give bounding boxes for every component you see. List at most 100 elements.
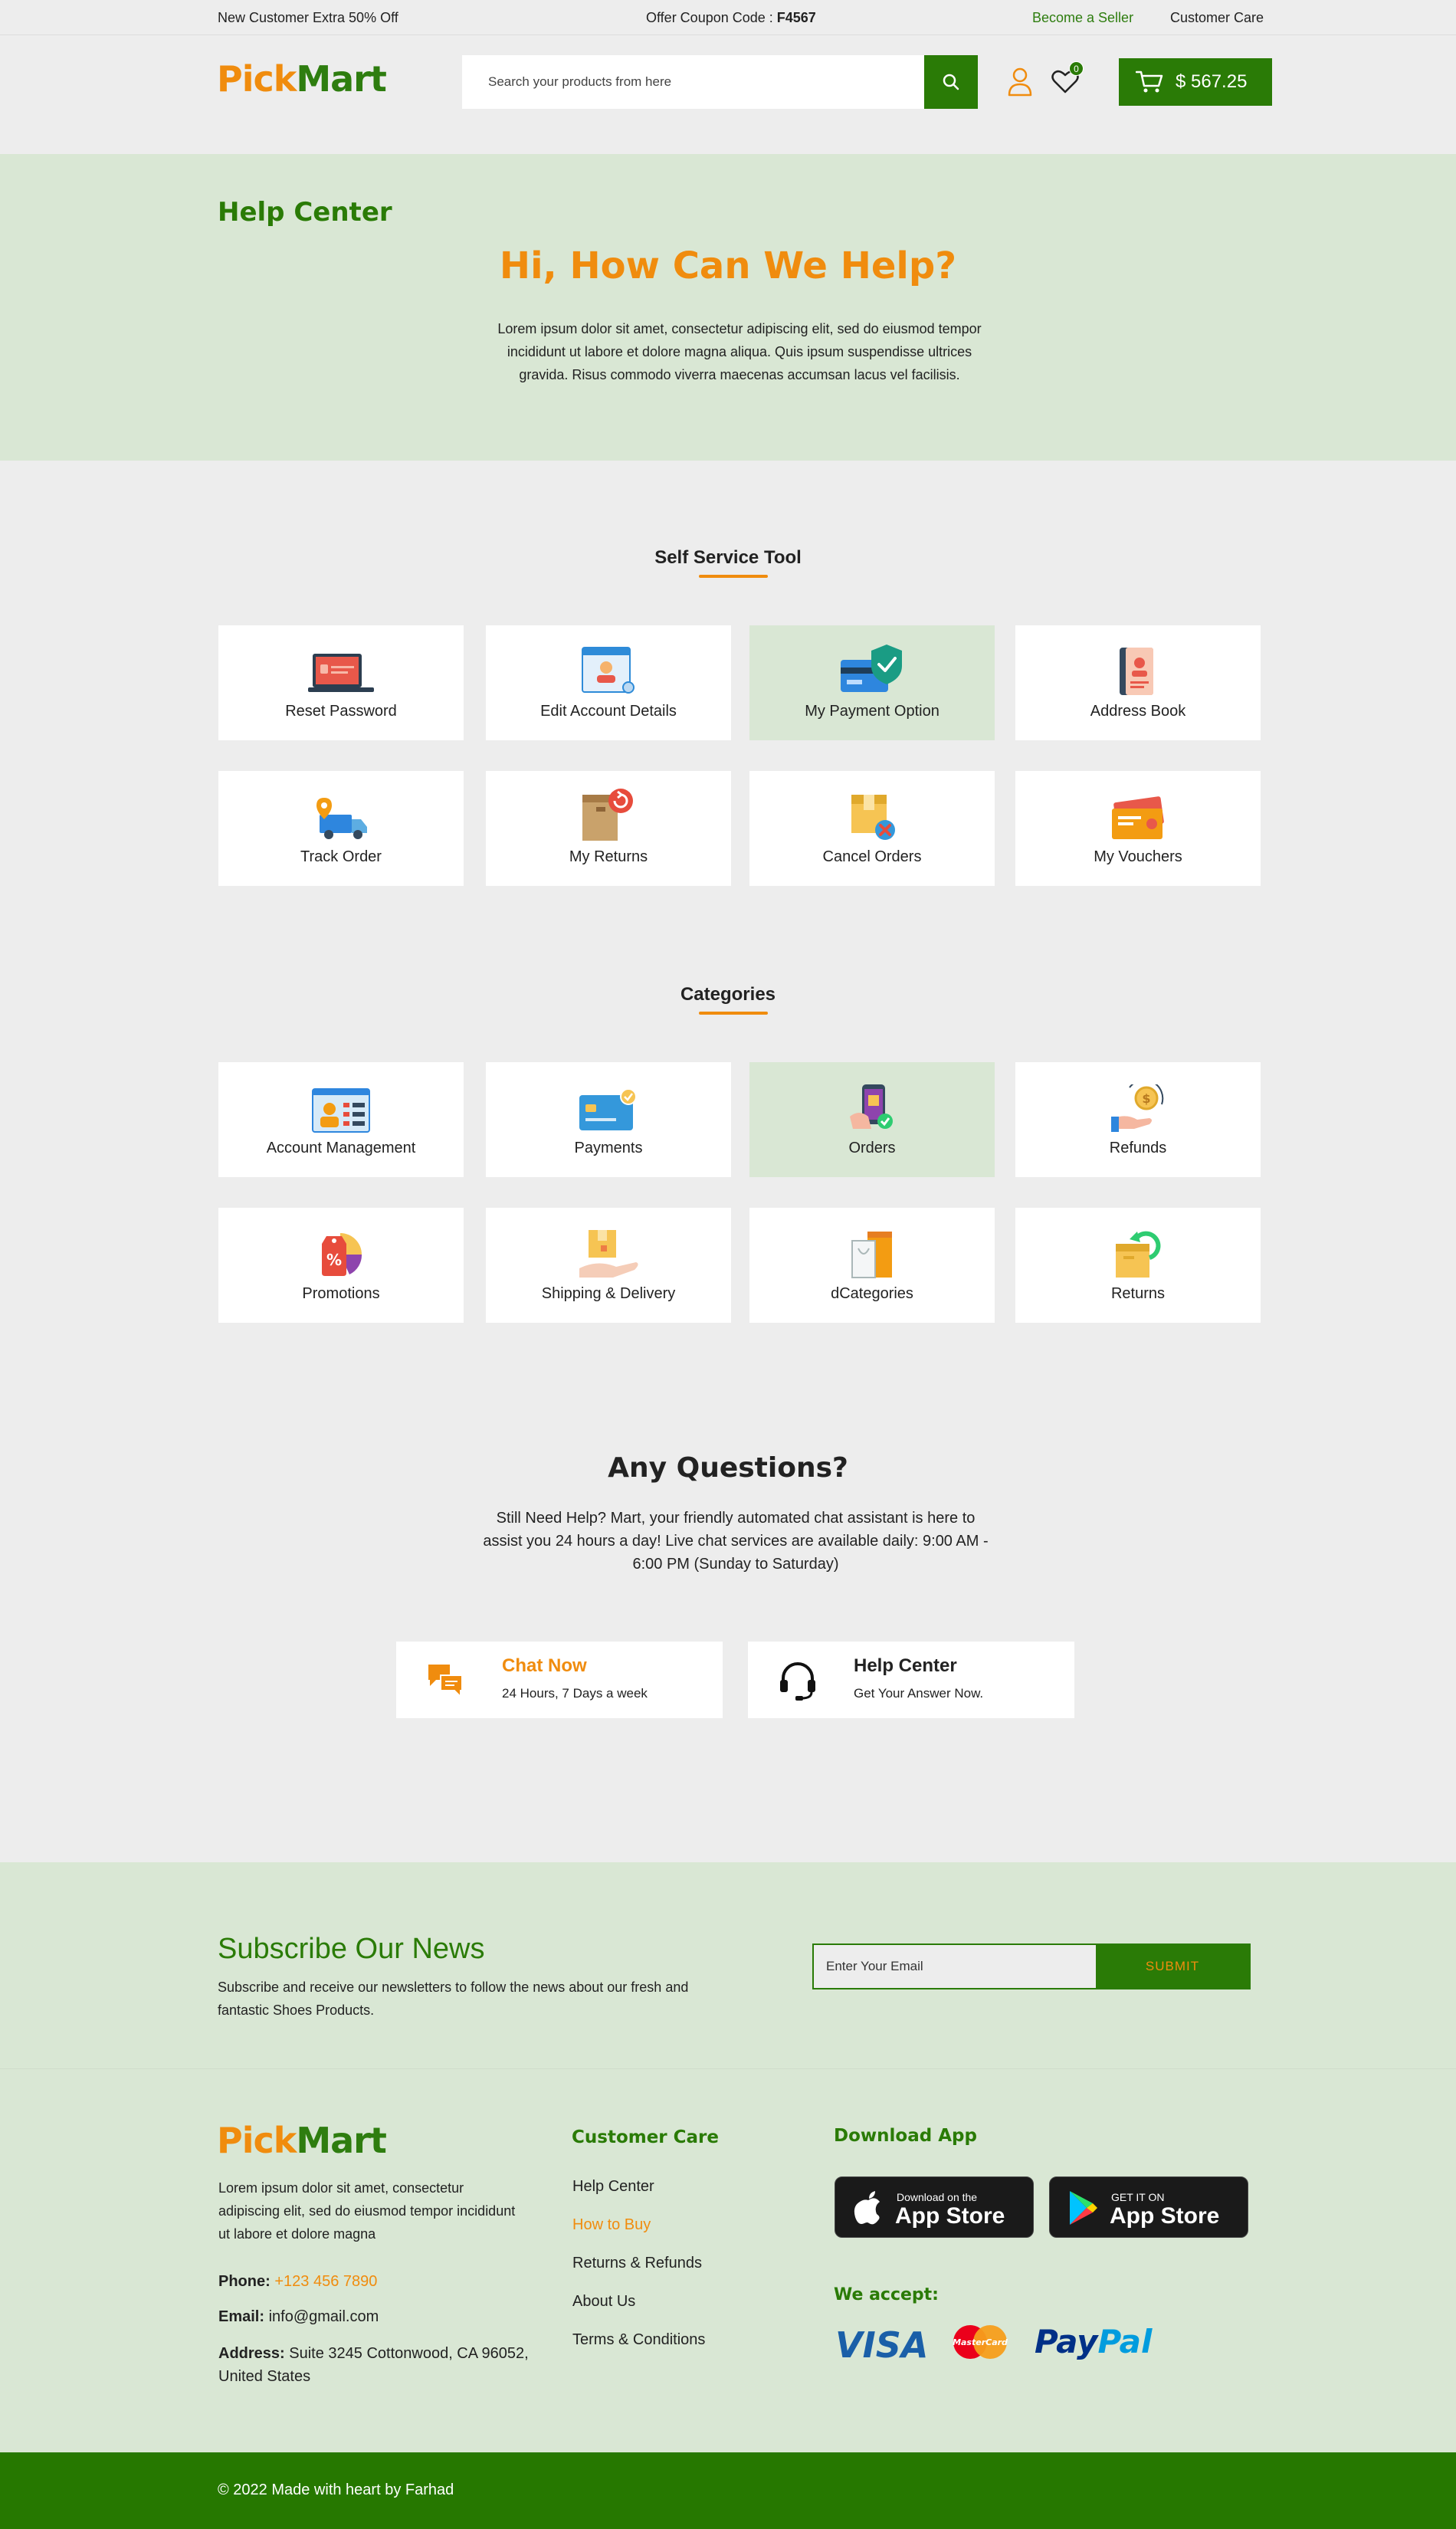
search-bar (462, 55, 978, 109)
logo-part-pick: Pick (217, 2120, 297, 2161)
tile-label: Shipping & Delivery (541, 1285, 676, 1302)
apple-store-small: Download on the (897, 2191, 978, 2203)
shopping-bag-icon (851, 1232, 892, 1278)
tile-payment-option[interactable]: My Payment Option (749, 625, 995, 740)
google-play-big: App Store (1110, 2203, 1220, 2229)
footer: PickMart Lorem ipsum dolor sit amet, con… (0, 2069, 1456, 2452)
footer-link-terms[interactable]: Terms & Conditions (572, 2331, 705, 2349)
payment-card-icon (579, 1088, 637, 1130)
promotion-tag-icon: % (322, 1233, 362, 1276)
hero-banner: Help Center Hi, How Can We Help? Lorem i… (0, 154, 1456, 461)
tile-refunds[interactable]: $ Refunds (1015, 1062, 1261, 1177)
tile-account-management[interactable]: Account Management (218, 1062, 464, 1177)
customer-care-link[interactable]: Customer Care (1170, 10, 1264, 26)
tile-label: Orders (848, 1140, 896, 1156)
search-button[interactable] (924, 55, 978, 109)
footer-link-how-to-buy[interactable]: How to Buy (572, 2216, 651, 2234)
user-icon[interactable] (1007, 66, 1033, 97)
self-service-underline (699, 575, 768, 578)
chat-icon (428, 1665, 463, 1697)
categories-title: Categories (680, 984, 776, 1005)
hero-heading: Hi, How Can We Help? (499, 244, 957, 287)
footer-email: Email: info@gmail.com (218, 2305, 540, 2328)
laptop-password-icon (308, 654, 374, 692)
footer-phone: Phone: +123 456 7890 (218, 2270, 540, 2293)
tile-dcategories[interactable]: dCategories (749, 1208, 995, 1323)
tile-payments[interactable]: Payments (486, 1062, 731, 1177)
address-label: Address: (218, 2345, 285, 2362)
tile-my-returns[interactable]: My Returns (486, 771, 731, 886)
google-play-small: GET IT ON (1111, 2191, 1165, 2203)
tile-cancel-orders[interactable]: Cancel Orders (749, 771, 995, 886)
footer-address: Address: Suite 3245 Cottonwood, CA 96052… (218, 2342, 540, 2388)
phone-value[interactable]: +123 456 7890 (274, 2273, 377, 2290)
tile-shipping-delivery[interactable]: Shipping & Delivery (486, 1208, 731, 1323)
cart-total: $ 567.25 (1176, 71, 1248, 92)
tile-label: Account Management (266, 1140, 416, 1156)
footer-link-returns-refunds[interactable]: Returns & Refunds (572, 2255, 702, 2272)
tile-label: My Payment Option (805, 703, 940, 720)
footer-link-about-us[interactable]: About Us (572, 2293, 635, 2311)
copyright-bar: © 2022 Made with heart by Farhad (0, 2452, 1456, 2529)
apple-icon (854, 2191, 880, 2225)
card-shield-icon (841, 645, 902, 692)
subscribe-email-input[interactable] (814, 1945, 1094, 1988)
logo-part-mart: Mart (296, 58, 386, 100)
search-input[interactable] (462, 55, 891, 109)
logo[interactable]: PickMart (217, 58, 387, 100)
coupon-code: F4567 (776, 10, 816, 25)
cart-icon (1136, 71, 1163, 93)
tile-returns[interactable]: Returns (1015, 1208, 1261, 1323)
search-icon (943, 74, 959, 90)
subscribe-text: Subscribe and receive our newsletters to… (218, 1980, 689, 2018)
tile-edit-account[interactable]: Edit Account Details (486, 625, 731, 740)
subscribe-form: SUBMIT (812, 1943, 1251, 1989)
cart-button[interactable]: $ 567.25 (1119, 58, 1272, 106)
logo-part-pick: Pick (217, 58, 297, 100)
google-play-button[interactable]: GET IT ON App Store (1049, 2176, 1248, 2238)
tile-address-book[interactable]: Address Book (1015, 625, 1261, 740)
help-center-label: Help Center (218, 197, 392, 228)
cancel-box-icon (851, 795, 895, 840)
apple-store-button[interactable]: Download on the App Store (835, 2176, 1034, 2238)
tile-track-order[interactable]: Track Order (218, 771, 464, 886)
categories-underline (699, 1012, 768, 1015)
self-service-title: Self Service Tool (654, 547, 802, 568)
apple-store-big: App Store (895, 2203, 1005, 2229)
tile-label: Returns (1110, 1285, 1166, 1302)
become-seller-link[interactable]: Become a Seller (1032, 10, 1133, 26)
tile-label: Refunds (1109, 1140, 1167, 1156)
tile-my-vouchers[interactable]: My Vouchers (1015, 771, 1261, 886)
tile-label: My Returns (569, 848, 648, 865)
chat-now-subtitle: 24 Hours, 7 Days a week (502, 1686, 648, 1701)
visa-logo: VISA (835, 2324, 928, 2362)
chat-now-title: Chat Now (502, 1655, 587, 1676)
tile-reset-password[interactable]: Reset Password (218, 625, 464, 740)
footer-link-help-center[interactable]: Help Center (572, 2178, 654, 2196)
footer-logo[interactable]: PickMart (217, 2120, 387, 2161)
returns-box-icon (1116, 1231, 1161, 1278)
return-box-icon (582, 789, 633, 841)
paypal-part-pal: Pal (1098, 2323, 1153, 2360)
paypal-part-pay: Pay (1035, 2323, 1099, 2360)
questions-text: Still Need Help? Mart, your friendly aut… (483, 1510, 989, 1573)
subscribe-submit-button[interactable]: SUBMIT (1096, 1945, 1249, 1988)
email-value[interactable]: info@gmail.com (269, 2308, 379, 2325)
tile-promotions[interactable]: % Promotions (218, 1208, 464, 1323)
mastercard-text: MasterCard (953, 2337, 1008, 2347)
promo-text: New Customer Extra 50% Off (218, 10, 398, 25)
copyright-text: © 2022 Made with heart by Farhad (218, 2481, 454, 2498)
headset-icon (780, 1662, 815, 1701)
header: PickMart 0 $ 567.25 (0, 35, 1456, 154)
help-center-card[interactable]: Help Center Get Your Answer Now. (748, 1642, 1074, 1718)
tile-label: Track Order (300, 848, 382, 865)
address-book-icon (1120, 648, 1153, 695)
voucher-icon (1112, 796, 1164, 839)
help-center-card-subtitle: Get Your Answer Now. (854, 1686, 984, 1701)
help-center-card-title: Help Center (854, 1655, 957, 1676)
svg-text:PayPal: PayPal (1035, 2323, 1153, 2360)
phone-order-icon (850, 1084, 893, 1129)
chat-now-card[interactable]: Chat Now 24 Hours, 7 Days a week (396, 1642, 723, 1718)
tile-orders[interactable]: Orders (749, 1062, 995, 1177)
svg-text:$: $ (1142, 1091, 1150, 1106)
